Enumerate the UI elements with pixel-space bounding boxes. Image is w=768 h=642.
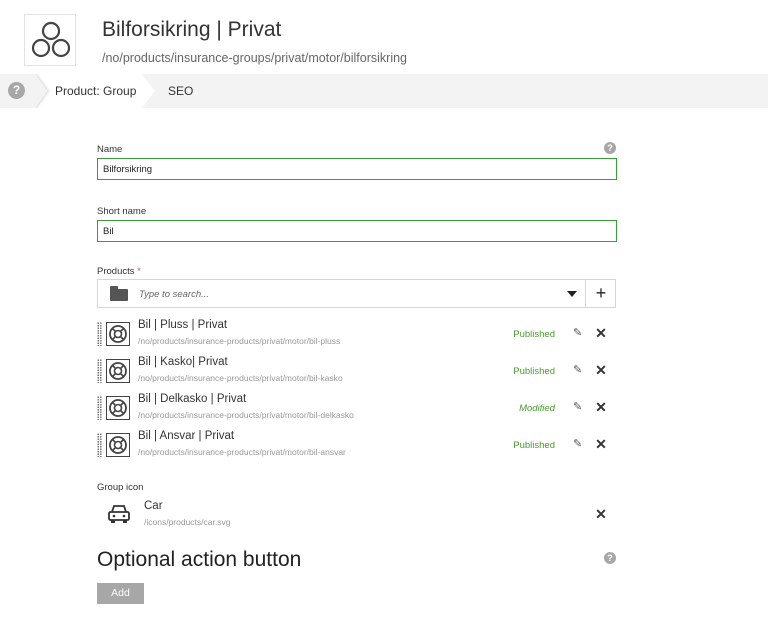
product-path: /no/products/insurance-products/privat/m… [138, 410, 354, 420]
lifebuoy-icon [106, 359, 130, 383]
tab-seo[interactable]: SEO [168, 74, 193, 108]
folder-icon[interactable] [110, 286, 128, 301]
lifebuoy-icon [106, 322, 130, 346]
section-title: Optional action button [97, 548, 302, 571]
status-badge: Published [513, 366, 555, 377]
pencil-icon[interactable]: ✎ [573, 326, 585, 340]
drag-handle-icon[interactable] [97, 359, 102, 383]
drag-handle-icon[interactable] [97, 322, 102, 346]
product-title[interactable]: Bil | Delkasko | Privat [138, 393, 246, 405]
status-badge: Published [513, 440, 555, 451]
products-label-text: Products [97, 266, 135, 277]
three-circles-icon [24, 14, 76, 66]
product-item[interactable]: Bil | Ansvar | Privat /no/products/insur… [97, 429, 617, 463]
tab-bar: ? Product: Group SEO [0, 74, 768, 108]
chevron-down-icon[interactable] [567, 291, 577, 297]
content-header: Bilforsikring | Privat /no/products/insu… [0, 0, 768, 72]
drag-handle-icon[interactable] [97, 433, 102, 457]
lifebuoy-icon [106, 433, 130, 457]
page-path: /no/products/insurance-groups/privat/mot… [102, 51, 407, 65]
close-icon[interactable]: ✕ [593, 435, 609, 453]
short-name-label: Short name [97, 206, 147, 217]
status-badge: Published [513, 329, 555, 340]
close-icon[interactable]: ✕ [593, 361, 609, 379]
product-title[interactable]: Bil | Kasko| Privat [138, 356, 228, 368]
car-icon [106, 501, 132, 527]
product-item[interactable]: Bil | Pluss | Privat /no/products/insura… [97, 318, 617, 352]
product-path: /no/products/insurance-products/privat/m… [138, 447, 346, 457]
products-search-input[interactable] [139, 285, 539, 303]
group-icon-path: /icons/products/car.svg [144, 517, 231, 527]
group-icon-title: Car [144, 500, 163, 512]
help-icon[interactable]: ? [8, 82, 25, 99]
add-button[interactable]: Add [97, 583, 144, 604]
short-name-field[interactable] [97, 220, 617, 242]
product-title[interactable]: Bil | Ansvar | Privat [138, 430, 234, 442]
pencil-icon[interactable]: ✎ [573, 400, 585, 414]
close-icon[interactable]: ✕ [593, 505, 609, 523]
help-icon[interactable]: ? [604, 552, 616, 564]
status-badge: Modified [519, 403, 555, 414]
close-icon[interactable]: ✕ [593, 398, 609, 416]
product-path: /no/products/insurance-products/privat/m… [138, 373, 343, 383]
product-item[interactable]: Bil | Kasko| Privat /no/products/insuran… [97, 355, 617, 389]
pencil-icon[interactable]: ✎ [573, 437, 585, 451]
pencil-icon[interactable]: ✎ [573, 363, 585, 377]
name-field[interactable] [97, 158, 617, 180]
tab-product-group[interactable]: Product: Group [38, 74, 155, 108]
product-title[interactable]: Bil | Pluss | Privat [138, 319, 227, 331]
product-item[interactable]: Bil | Delkasko | Privat /no/products/ins… [97, 392, 617, 426]
group-icon-label: Group icon [97, 482, 144, 493]
name-label: Name [97, 144, 123, 155]
products-picker: + [97, 279, 616, 308]
product-path: /no/products/insurance-products/privat/m… [138, 336, 341, 346]
help-icon[interactable]: ? [604, 142, 616, 154]
page-title: Bilforsikring | Privat [102, 18, 282, 41]
close-icon[interactable]: ✕ [593, 324, 609, 342]
drag-handle-icon[interactable] [97, 396, 102, 420]
add-product-button[interactable]: + [586, 280, 616, 307]
required-mark: * [137, 266, 141, 277]
lifebuoy-icon [106, 396, 130, 420]
products-label: Products * [97, 266, 141, 277]
